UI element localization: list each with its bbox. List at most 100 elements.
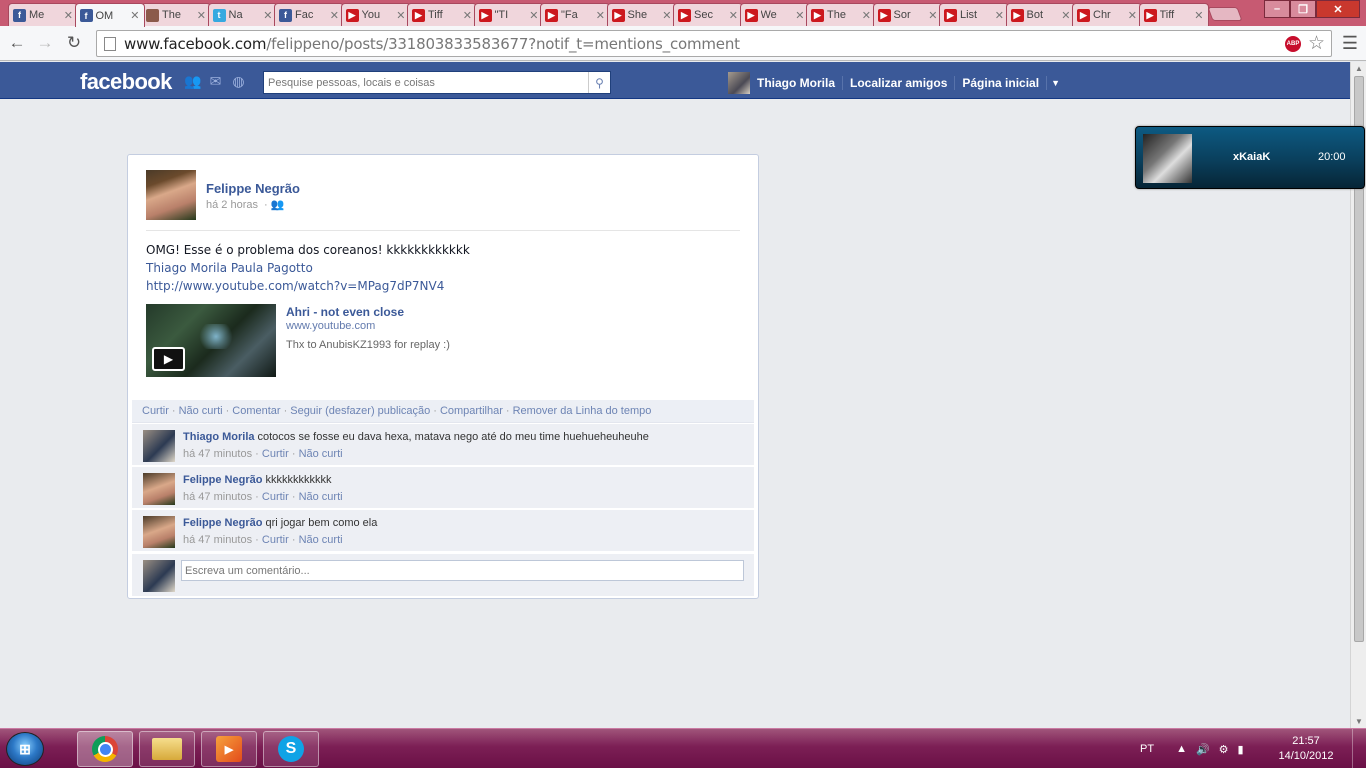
tab-close-icon[interactable]: ✕: [463, 9, 472, 22]
browser-tab[interactable]: f OM ✕: [74, 3, 145, 27]
comment-like-link[interactable]: Curtir: [262, 534, 289, 546]
notifications-globe-icon[interactable]: ◍: [230, 74, 247, 89]
browser-tab[interactable]: ▶ Sor ✕: [872, 3, 943, 26]
tab-close-icon[interactable]: ✕: [1128, 9, 1137, 22]
tab-close-icon[interactable]: ✕: [263, 9, 272, 22]
account-menu-chevron-down-icon[interactable]: ▼: [1046, 76, 1060, 90]
browser-tab[interactable]: ▶ The ✕: [806, 3, 876, 26]
browser-tab[interactable]: f Me ✕: [8, 3, 78, 26]
tab-close-icon[interactable]: ✕: [197, 9, 206, 22]
facebook-logo[interactable]: facebook: [80, 69, 172, 95]
steam-icon[interactable]: ⚙: [1219, 743, 1229, 756]
bookmark-star-icon[interactable]: ☆: [1308, 32, 1325, 55]
video-title[interactable]: Ahri - not even close: [286, 305, 404, 319]
scroll-up-icon[interactable]: ▲: [1355, 64, 1363, 73]
volume-icon[interactable]: 🔊: [1196, 743, 1210, 756]
network-signal-icon[interactable]: ▮: [1238, 743, 1244, 756]
avatar[interactable]: [728, 72, 750, 94]
browser-tab[interactable]: t Na ✕: [207, 3, 278, 26]
adblock-icon[interactable]: ABP: [1285, 36, 1301, 52]
browser-tab[interactable]: ▶ Bot ✕: [1005, 3, 1076, 26]
tab-close-icon[interactable]: ✕: [1061, 9, 1070, 22]
tab-close-icon[interactable]: ✕: [529, 9, 538, 22]
tab-close-icon[interactable]: ✕: [995, 9, 1004, 22]
comment-dislike-link[interactable]: Não curti: [299, 534, 343, 546]
start-button[interactable]: ⊞: [6, 732, 44, 766]
post-link[interactable]: http://www.youtube.com/watch?v=MPag7dP7N…: [146, 279, 444, 293]
comment-avatar[interactable]: [143, 473, 175, 505]
comment-time[interactable]: há 47 minutos: [183, 491, 252, 503]
browser-tab[interactable]: ▶ We ✕: [739, 3, 810, 26]
browser-tab[interactable]: ▶ List ✕: [939, 3, 1009, 26]
browser-tab[interactable]: ▶ You ✕: [340, 3, 411, 26]
home-link[interactable]: Página inicial: [955, 76, 1046, 90]
find-friends-link[interactable]: Localizar amigos: [843, 76, 956, 90]
video-thumbnail[interactable]: ▶: [146, 304, 276, 377]
comment-author[interactable]: Thiago Morila: [183, 431, 255, 443]
comment-dislike-link[interactable]: Não curti: [299, 491, 343, 503]
remove-from-timeline-link[interactable]: Remover da Linha do tempo: [513, 405, 652, 417]
messages-icon[interactable]: ✉: [207, 74, 224, 89]
post-time[interactable]: há 2 horas: [206, 199, 258, 211]
comment-input[interactable]: [181, 560, 744, 581]
tab-close-icon[interactable]: ✕: [64, 9, 73, 22]
post-tagged-people[interactable]: Thiago Morila Paula Pagotto: [146, 261, 313, 275]
comment-avatar[interactable]: [143, 516, 175, 548]
author-avatar[interactable]: [146, 170, 196, 220]
scroll-down-icon[interactable]: ▼: [1355, 717, 1363, 726]
browser-tab[interactable]: ▶ Tiff ✕: [407, 3, 477, 26]
comment-dislike-link[interactable]: Não curti: [299, 448, 343, 460]
share-link[interactable]: Compartilhar: [440, 405, 503, 417]
taskbar-media-player[interactable]: ▶: [201, 731, 257, 767]
author-name[interactable]: Felippe Negrão: [206, 181, 300, 196]
browser-tab[interactable]: ▶ "Fa ✕: [540, 3, 610, 26]
audience-friends-icon[interactable]: · 👥: [264, 199, 284, 211]
tab-close-icon[interactable]: ✕: [862, 9, 871, 22]
tab-close-icon[interactable]: ✕: [330, 9, 339, 22]
dislike-link[interactable]: Não curti: [179, 405, 223, 417]
comment-time[interactable]: há 47 minutos: [183, 448, 252, 460]
clock[interactable]: 21:57 14/10/2012: [1270, 734, 1342, 764]
show-hidden-icons-icon[interactable]: ▲: [1176, 743, 1187, 755]
tab-close-icon[interactable]: ✕: [130, 9, 139, 22]
tab-close-icon[interactable]: ✕: [662, 9, 671, 22]
browser-tab[interactable]: ▶ Tiff ✕: [1138, 3, 1209, 26]
browser-menu-icon[interactable]: ☰: [1342, 33, 1358, 54]
tab-close-icon[interactable]: ✕: [596, 9, 605, 22]
language-indicator[interactable]: PT: [1140, 743, 1154, 755]
tab-close-icon[interactable]: ✕: [795, 9, 804, 22]
browser-tab[interactable]: ▶ "TI ✕: [473, 3, 544, 26]
comment-author[interactable]: Felippe Negrão: [183, 474, 262, 486]
profile-link[interactable]: Thiago Morila: [757, 76, 843, 90]
tab-close-icon[interactable]: ✕: [729, 9, 738, 22]
browser-tab[interactable]: The ✕: [141, 3, 211, 26]
play-icon[interactable]: ▶: [152, 347, 185, 371]
friend-requests-icon[interactable]: 👥: [184, 74, 201, 89]
search-input[interactable]: [264, 72, 588, 93]
back-button[interactable]: ←: [6, 32, 28, 54]
url-text[interactable]: www.facebook.com/felippeno/posts/3318038…: [124, 35, 740, 53]
comment-time[interactable]: há 47 minutos: [183, 534, 252, 546]
follow-post-link[interactable]: Seguir (desfazer) publicação: [290, 405, 430, 417]
tab-close-icon[interactable]: ✕: [1194, 9, 1203, 22]
like-link[interactable]: Curtir: [142, 405, 169, 417]
comment-like-link[interactable]: Curtir: [262, 448, 289, 460]
browser-tab[interactable]: f Fac ✕: [274, 3, 344, 26]
minimize-button[interactable]: –: [1264, 0, 1290, 18]
taskbar-chrome[interactable]: [77, 731, 133, 767]
show-desktop-button[interactable]: [1352, 729, 1366, 768]
close-window-button[interactable]: ✕: [1316, 0, 1360, 18]
browser-tab[interactable]: ▶ Chr ✕: [1072, 3, 1142, 26]
tab-close-icon[interactable]: ✕: [928, 9, 937, 22]
tab-close-icon[interactable]: ✕: [396, 9, 405, 22]
search-button[interactable]: ⚲: [588, 72, 610, 93]
comment-like-link[interactable]: Curtir: [262, 491, 289, 503]
browser-tab[interactable]: ▶ She ✕: [606, 3, 677, 26]
new-tab-button[interactable]: [1207, 7, 1243, 21]
taskbar-skype[interactable]: S: [263, 731, 319, 767]
comment-link[interactable]: Comentar: [232, 405, 280, 417]
reload-button[interactable]: ↻: [63, 32, 85, 54]
skype-notification[interactable]: xKaiaK 20:00: [1135, 126, 1365, 189]
taskbar-explorer[interactable]: [139, 731, 195, 767]
comment-author[interactable]: Felippe Negrão: [183, 517, 262, 529]
